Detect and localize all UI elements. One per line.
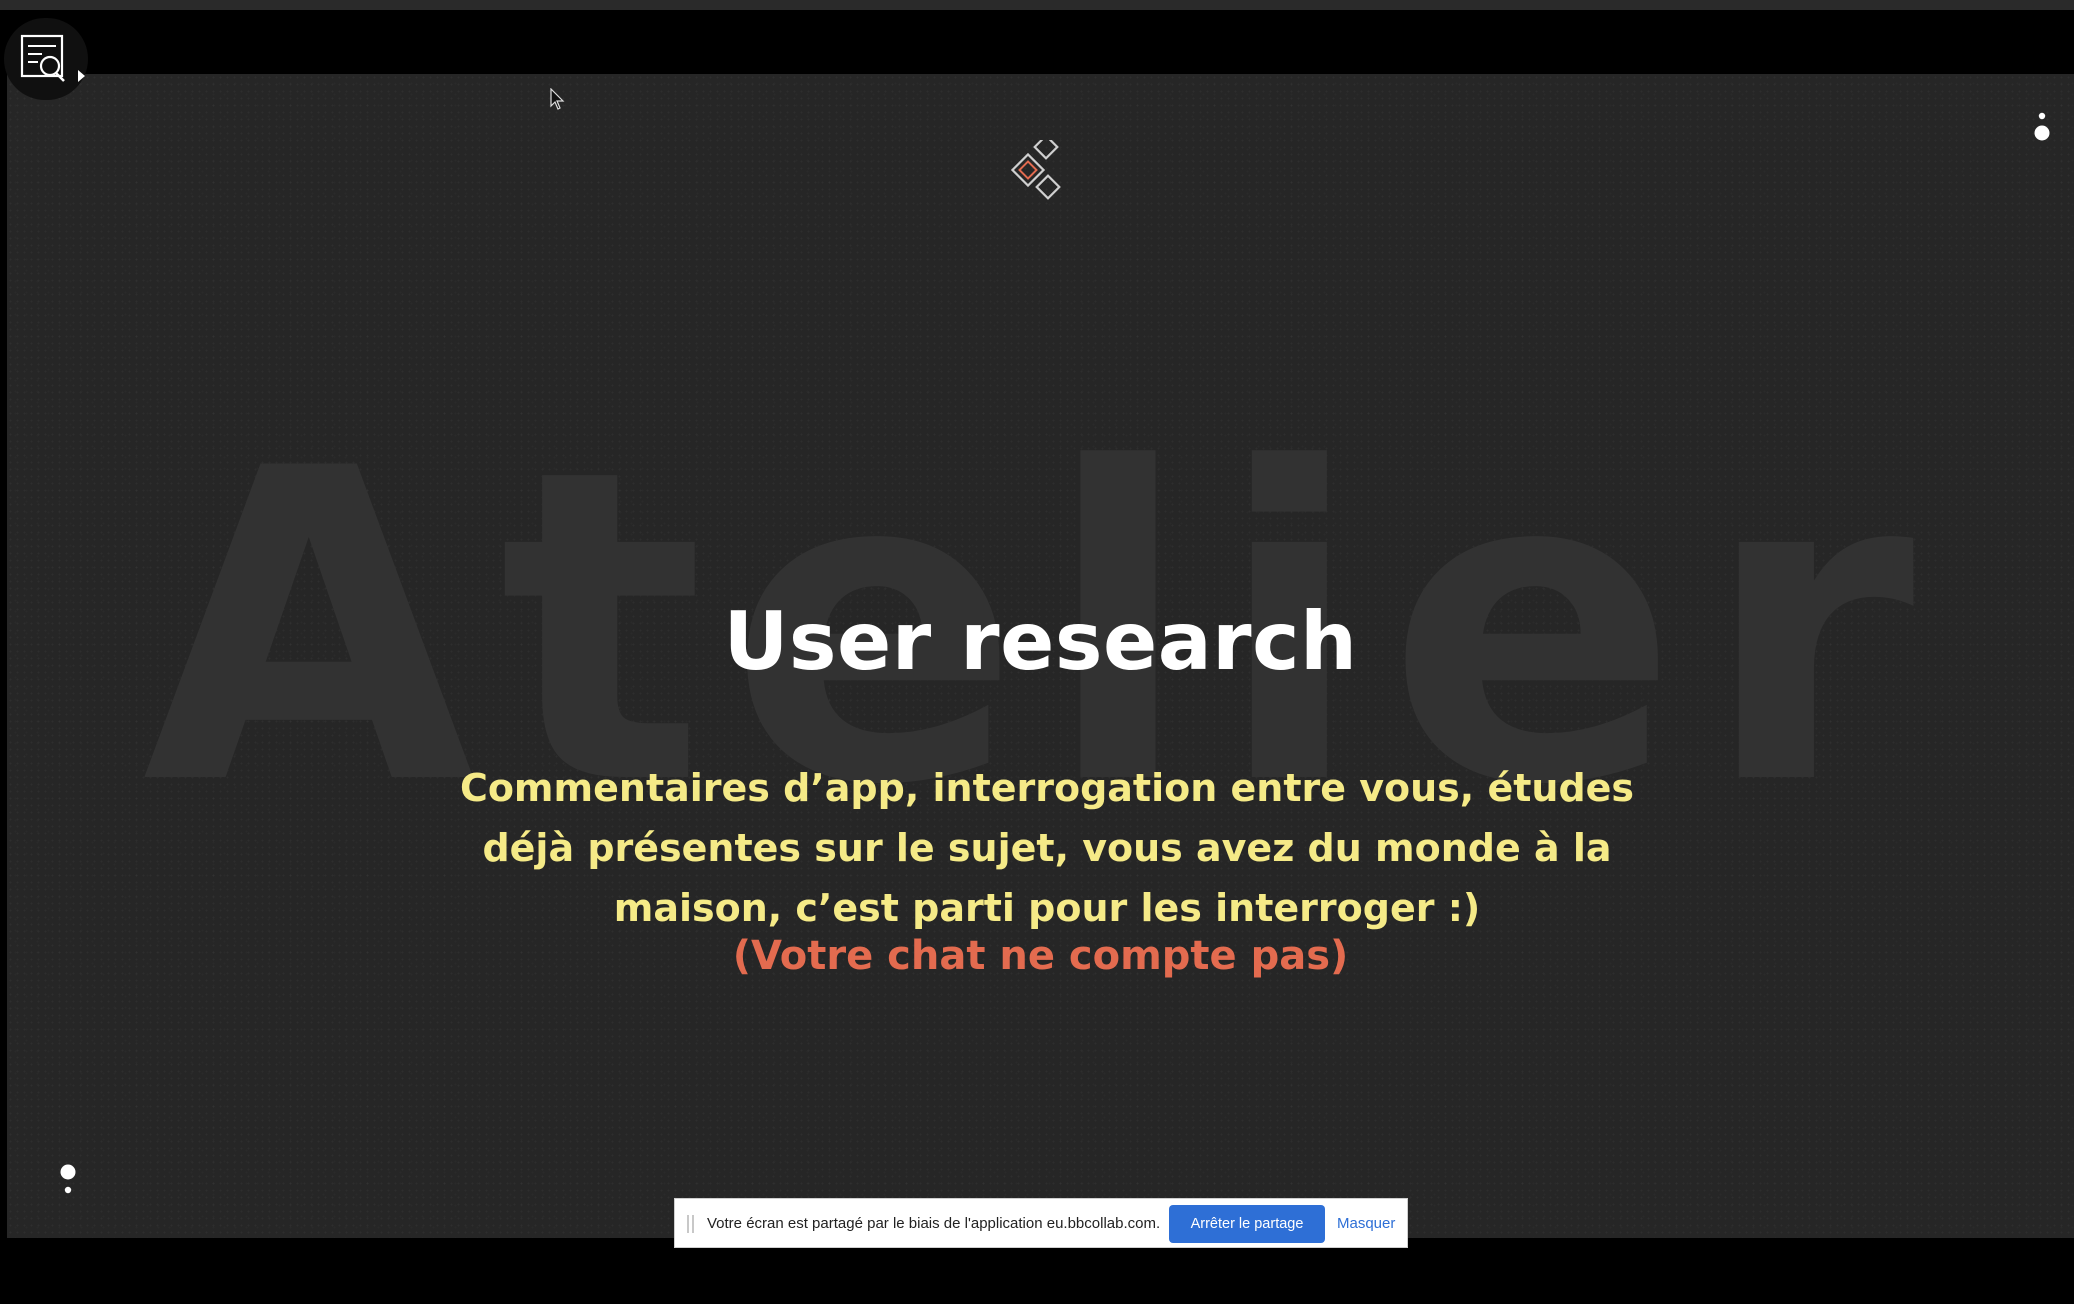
document-search-icon [20, 34, 65, 82]
diamonds-logo-icon [1011, 140, 1061, 200]
expand-arrow-icon [78, 70, 85, 82]
screen-share-notification-bar: Votre écran est partagé par le biais de … [674, 1198, 1408, 1248]
mouse-cursor-icon [550, 88, 565, 110]
document-search-button[interactable] [4, 18, 88, 100]
slide-title: User research [723, 595, 1358, 688]
stop-sharing-button[interactable]: Arrêter le partage [1169, 1205, 1325, 1243]
slide-note-text: (Votre chat ne compte pas) [732, 933, 1349, 979]
presentation-slide: Atelier User research Commentaires d’app… [7, 74, 2074, 1238]
hide-button[interactable]: Masquer [1337, 1215, 1395, 1232]
drag-handle-icon[interactable] [687, 1215, 694, 1233]
dots-menu-icon[interactable] [2032, 112, 2052, 142]
share-message: Votre écran est partagé par le biais de … [707, 1215, 1161, 1232]
window-top-bar [0, 0, 2074, 10]
slide-progress-dots-icon [60, 1164, 76, 1194]
slide-body-text: Commentaires d’app, interrogation entre … [459, 766, 1635, 930]
